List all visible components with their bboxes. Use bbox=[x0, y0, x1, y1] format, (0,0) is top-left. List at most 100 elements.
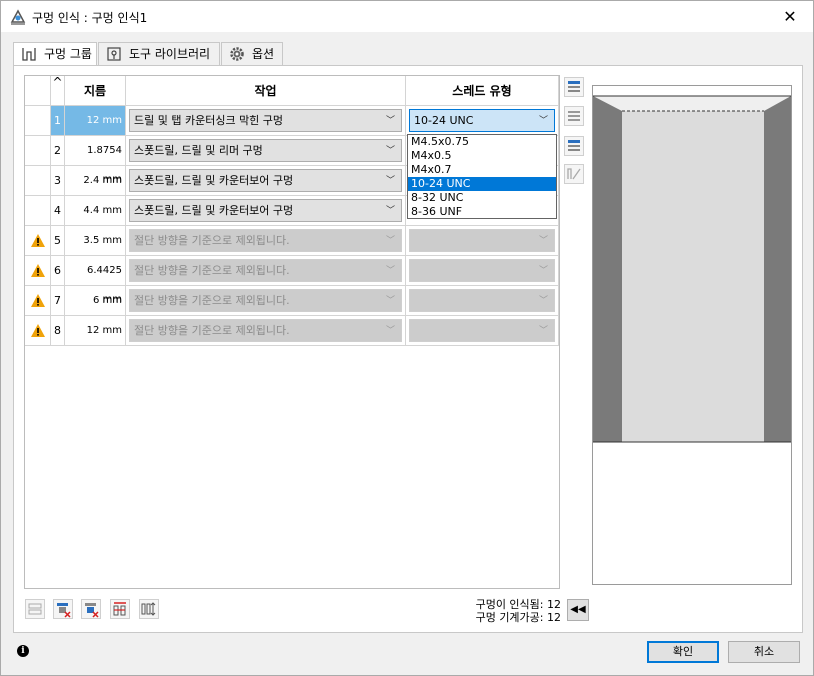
row-number: 6 bbox=[51, 256, 65, 286]
operation-select[interactable]: 드릴 및 탭 카운터싱크 막힌 구멍 ﹀ bbox=[129, 109, 402, 132]
chevron-down-icon: ﹀ bbox=[385, 236, 395, 246]
diameter-value: 6 mm bbox=[65, 286, 126, 316]
warning-cell bbox=[25, 136, 51, 166]
operation-select: 절단 방향을 기준으로 제외됩니다. ﹀ bbox=[129, 259, 402, 282]
dropdown-option[interactable]: 8-32 UNC bbox=[408, 191, 556, 205]
header-thread-type[interactable]: 스레드 유형 bbox=[406, 76, 559, 106]
diameter-value: 3.5 mm bbox=[65, 226, 126, 256]
diameter-value: 2.4 mm bbox=[65, 166, 126, 196]
chevron-down-icon: ﹀ bbox=[538, 296, 548, 306]
hole-cross-section-drawing bbox=[593, 95, 791, 443]
info-icon[interactable]: i bbox=[17, 645, 29, 657]
table-row[interactable]: 1 12 mm 드릴 및 탭 카운터싱크 막힌 구멍 ﹀ 10-24 UNC ﹀ bbox=[25, 106, 559, 136]
operation-cell: 절단 방향을 기준으로 제외됩니다. ﹀ bbox=[126, 256, 406, 286]
close-icon: ✕ bbox=[783, 7, 797, 26]
warning-cell bbox=[25, 106, 51, 136]
hole-recognition-app-icon bbox=[10, 9, 26, 25]
warning-cell bbox=[25, 196, 51, 226]
thread-type-select: ﹀ bbox=[409, 319, 555, 342]
sort-arrow-icon: ^ bbox=[52, 75, 63, 89]
thread-cell: ﹀ bbox=[406, 286, 559, 316]
collapse-rows-icon bbox=[568, 111, 580, 121]
operation-cell: 절단 방향을 기준으로 제외됩니다. ﹀ bbox=[126, 316, 406, 346]
warning-icon bbox=[31, 294, 45, 307]
thread-cell: ﹀ bbox=[406, 256, 559, 286]
align-button[interactable] bbox=[139, 599, 159, 619]
measure-button[interactable] bbox=[564, 164, 584, 184]
dropdown-option[interactable]: M4x0.7 bbox=[408, 163, 556, 177]
table-row[interactable]: 5 3.5 mm 절단 방향을 기준으로 제외됩니다. ﹀ ﹀ bbox=[25, 226, 559, 256]
table-row[interactable]: 8 12 mm 절단 방향을 기준으로 제외됩니다. ﹀ ﹀ bbox=[25, 316, 559, 346]
warning-cell bbox=[25, 166, 51, 196]
diameter-value: 1.8754 mm bbox=[65, 136, 126, 185]
chevron-down-icon: ﹀ bbox=[385, 176, 395, 186]
chevron-down-icon: ﹀ bbox=[385, 326, 395, 336]
warning-icon bbox=[31, 264, 45, 277]
diameter-value: 12 mm bbox=[65, 316, 126, 346]
warning-cell bbox=[25, 286, 51, 316]
edit-rows-button[interactable] bbox=[564, 136, 584, 156]
diameter-value: 12 mm bbox=[65, 106, 126, 136]
operation-cell: 절단 방향을 기준으로 제외됩니다. ﹀ bbox=[126, 226, 406, 256]
tab-tool-library[interactable]: 도구 라이브러리 bbox=[98, 42, 220, 66]
header-operation[interactable]: 작업 bbox=[126, 76, 406, 106]
unselect-button[interactable] bbox=[25, 599, 45, 619]
close-button[interactable]: ✕ bbox=[767, 1, 813, 32]
operation-select[interactable]: 스폿드릴, 드릴 및 카운터보어 구멍 ﹀ bbox=[129, 199, 402, 222]
operation-cell: 스폿드릴, 드릴 및 카운터보어 구멍 ﹀ bbox=[126, 166, 406, 196]
thread-cell: ﹀ bbox=[406, 226, 559, 256]
remove-red-icon bbox=[57, 603, 71, 618]
edit-rows-icon bbox=[568, 140, 580, 151]
tab-options[interactable]: 옵션 bbox=[221, 42, 283, 66]
hole-stats: 구멍이 인식됨: 12 구멍 기계가공: 12 bbox=[441, 598, 561, 624]
split-icon bbox=[113, 602, 126, 616]
thread-type-select[interactable]: 10-24 UNC ﹀ bbox=[409, 109, 555, 132]
unselect-icon bbox=[28, 603, 42, 615]
split-button[interactable] bbox=[110, 599, 130, 619]
rewind-button[interactable]: ◀◀ bbox=[567, 599, 589, 621]
tab-label: 옵션 bbox=[252, 47, 275, 61]
chevron-down-icon: ﹀ bbox=[385, 296, 395, 306]
align-icon bbox=[141, 602, 156, 616]
tab-label: 구멍 그룹 bbox=[44, 47, 92, 61]
thread-type-select: ﹀ bbox=[409, 229, 555, 252]
operation-cell: 스폿드릴, 드릴 및 카운터보어 구멍 ﹀ bbox=[126, 196, 406, 226]
chevron-down-icon: ﹀ bbox=[538, 266, 548, 276]
table-row[interactable]: 6 6.4425 mm 절단 방향을 기준으로 제외됩니다. ﹀ ﹀ bbox=[25, 256, 559, 305]
ok-button[interactable]: 확인 bbox=[647, 641, 719, 663]
sort-header[interactable]: ^ bbox=[51, 76, 65, 106]
thread-type-select: ﹀ bbox=[409, 259, 555, 282]
remove-red-button[interactable] bbox=[53, 599, 73, 619]
row-number: 2 bbox=[51, 136, 65, 166]
dropdown-option[interactable]: M4.5x0.75 bbox=[408, 135, 556, 149]
collapse-rows-button[interactable] bbox=[564, 106, 584, 126]
warning-cell bbox=[25, 226, 51, 256]
operation-select: 절단 방향을 기준으로 제외됩니다. ﹀ bbox=[129, 289, 402, 312]
dropdown-option-selected[interactable]: 10-24 UNC bbox=[408, 177, 556, 191]
chevron-down-icon: ﹀ bbox=[538, 116, 548, 126]
dropdown-option[interactable]: M4x0.5 bbox=[408, 149, 556, 163]
row-number: 3 bbox=[51, 166, 65, 196]
chevron-down-icon: ﹀ bbox=[385, 116, 395, 126]
row-number: 5 bbox=[51, 226, 65, 256]
operation-select[interactable]: 스폿드릴, 드릴 및 카운터보어 구멍 ﹀ bbox=[129, 169, 402, 192]
machinable-count: 구멍 기계가공: 12 bbox=[475, 611, 561, 624]
operation-select[interactable]: 스폿드릴, 드릴 및 리머 구멍 ﹀ bbox=[129, 139, 402, 162]
remove-blue-button[interactable] bbox=[81, 599, 101, 619]
row-number: 7 bbox=[51, 286, 65, 316]
window-title: 구멍 인식 : 구멍 인식1 bbox=[32, 11, 148, 25]
cancel-button[interactable]: 취소 bbox=[728, 641, 800, 663]
remove-blue-icon bbox=[85, 603, 99, 618]
hole-preview bbox=[592, 85, 792, 585]
chevron-down-icon: ﹀ bbox=[385, 206, 395, 216]
gear-icon bbox=[230, 47, 244, 61]
table-row[interactable]: 7 6 mm 절단 방향을 기준으로 제외됩니다. ﹀ ﹀ bbox=[25, 286, 559, 316]
row-number: 8 bbox=[51, 316, 65, 346]
expand-rows-button[interactable] bbox=[564, 77, 584, 97]
chevron-down-icon: ﹀ bbox=[538, 326, 548, 336]
header-diameter[interactable]: 지름 bbox=[65, 76, 126, 106]
operation-select: 절단 방향을 기준으로 제외됩니다. ﹀ bbox=[129, 229, 402, 252]
dropdown-option[interactable]: 8-36 UNF bbox=[408, 205, 556, 219]
operation-select: 절단 방향을 기준으로 제외됩니다. ﹀ bbox=[129, 319, 402, 342]
tab-hole-groups[interactable]: 구멍 그룹 bbox=[13, 42, 97, 67]
